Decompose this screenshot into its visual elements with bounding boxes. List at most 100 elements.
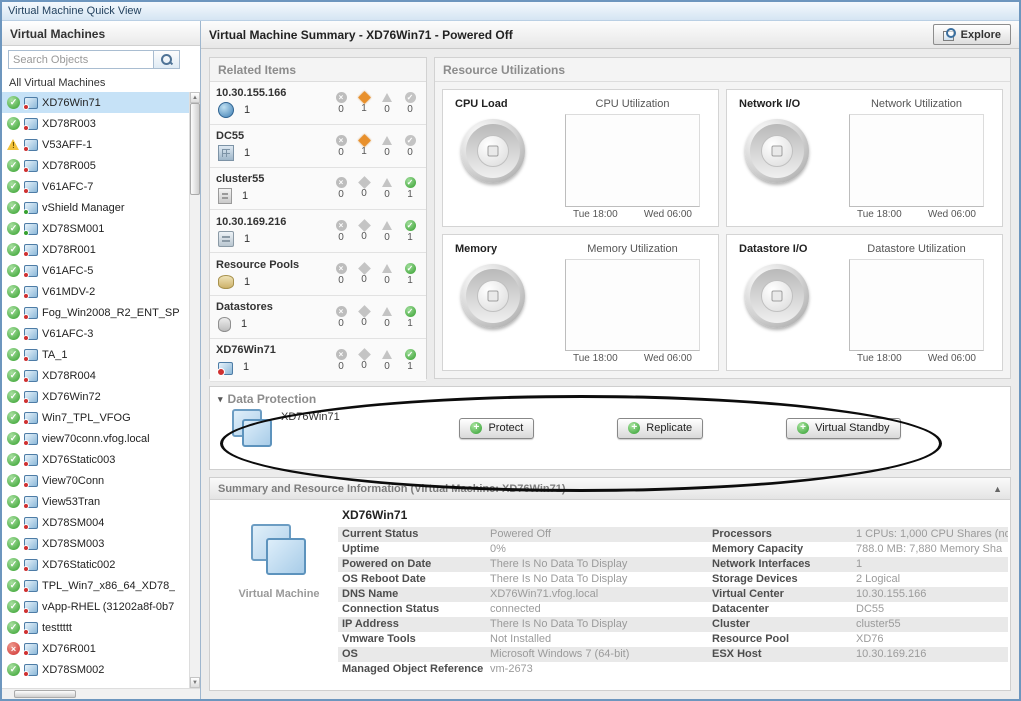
vm-icon <box>24 517 38 529</box>
vm-name: V61AFC-7 <box>42 181 93 193</box>
vm-name: Fog_Win2008_R2_ENT_SP <box>42 307 180 319</box>
gauge-dial[interactable] <box>745 119 809 183</box>
related-item-row[interactable]: XD76Win71 1 ×0 0 0 ✓1 <box>210 339 426 382</box>
vm-list-item[interactable]: XD76Win72 <box>2 386 189 407</box>
vm-list-item[interactable]: TA_1 <box>2 344 189 365</box>
gauge-dial[interactable] <box>461 264 525 328</box>
vm-icon <box>24 244 38 256</box>
related-item-count: 1 <box>241 318 247 330</box>
vm-list-item[interactable]: V53AFF-1 <box>2 134 189 155</box>
scroll-down-arrow-icon[interactable]: ▼ <box>190 677 200 688</box>
related-item-name: Datastores <box>216 301 331 313</box>
field-value: connected <box>490 602 708 617</box>
data-protection-panel: ▾ Data Protection XD76Win71 + Protect + … <box>209 386 1011 470</box>
vm-list-item[interactable]: XD76Static003 <box>2 449 189 470</box>
button-label: Replicate <box>646 422 692 434</box>
data-protection-header[interactable]: ▾ Data Protection <box>218 392 1002 406</box>
vm-list-item[interactable]: vShield Manager <box>2 197 189 218</box>
vertical-scrollbar[interactable]: ▲ ▼ <box>189 92 200 688</box>
vm-icon <box>24 454 38 466</box>
vm-list-item[interactable]: XD76Win71 <box>2 92 189 113</box>
related-item-count: 1 <box>244 104 250 116</box>
vm-list-item[interactable]: testtttt <box>2 617 189 638</box>
vm-list-item[interactable]: View53Tran <box>2 491 189 512</box>
vm-list-item[interactable]: XD78SM001 <box>2 218 189 239</box>
ok-status-icon <box>7 516 20 529</box>
vm-list-item[interactable]: V61MDV-2 <box>2 281 189 302</box>
alarm-summary: ×0 0 0 ✓1 <box>331 349 420 372</box>
vm-icon <box>24 538 38 550</box>
vm-list-item[interactable]: View70Conn <box>2 470 189 491</box>
gauge-dial[interactable] <box>745 264 809 328</box>
vm-list-item[interactable]: Win7_TPL_VFOG <box>2 407 189 428</box>
x-axis-tick: Tue 18:00 <box>857 209 902 220</box>
vm-list-item[interactable]: Fog_Win2008_R2_ENT_SP <box>2 302 189 323</box>
vm-list-item[interactable]: V61AFC-7 <box>2 176 189 197</box>
error-status-icon <box>7 642 20 655</box>
scroll-up-arrow-icon[interactable]: ▲ <box>190 92 200 103</box>
power-state-dot <box>23 272 29 278</box>
vm-list-item[interactable]: view70conn.vfog.local <box>2 428 189 449</box>
critical-count: 0 <box>361 188 367 199</box>
vm-list-item[interactable]: XD78R001 <box>2 239 189 260</box>
fatal-count: 0 <box>338 232 344 243</box>
vm-list-item[interactable]: XD78R003 <box>2 113 189 134</box>
horizontal-scrollbar[interactable] <box>2 688 200 699</box>
summary-row: OS Reboot Date There Is No Data To Displ… <box>338 572 1008 587</box>
vm-list-item[interactable]: XD78R005 <box>2 155 189 176</box>
gauge-dial[interactable] <box>461 119 525 183</box>
vm-list-item[interactable]: V61AFC-5 <box>2 260 189 281</box>
critical-alarm-icon <box>358 134 371 147</box>
fatal-count: 0 <box>338 275 344 286</box>
related-item-row[interactable]: Datastores 1 ×0 0 0 ✓1 <box>210 296 426 339</box>
virtual-standby-button[interactable]: + Virtual Standby <box>786 418 900 439</box>
vm-icon-column: Virtual Machine <box>220 506 338 690</box>
vm-list-item[interactable]: XD78SM003 <box>2 533 189 554</box>
vm-list-item[interactable]: XD78R004 <box>2 365 189 386</box>
horizontal-scrollbar-thumb[interactable] <box>14 690 76 698</box>
alarm-summary: ×0 0 0 ✓1 <box>331 177 420 200</box>
scrollbar-track[interactable] <box>190 103 200 677</box>
normal-alarm-icon: ✓ <box>405 220 416 231</box>
summary-panel-header[interactable]: Summary and Resource Information (Virtua… <box>210 478 1010 500</box>
search-button[interactable] <box>154 50 180 69</box>
vm-list-item[interactable]: XD78SM002 <box>2 659 189 680</box>
field-label: Processors <box>708 527 856 542</box>
gauge-label: Datastore I/O <box>739 243 837 255</box>
power-state-dot <box>23 650 29 656</box>
fatal-alarm-icon: × <box>336 135 347 146</box>
protect-button[interactable]: + Protect <box>459 418 534 439</box>
collapse-arrow-icon[interactable]: ▲ <box>993 484 1002 494</box>
field-value: XD76 <box>856 632 1008 647</box>
explore-button[interactable]: Explore <box>933 24 1011 45</box>
vm-list-item[interactable]: XD78SM004 <box>2 512 189 533</box>
related-item-row[interactable]: 10.30.155.166 1 ×0 1 0 ✓0 <box>210 82 426 125</box>
related-item-row[interactable]: DC55 1 ×0 1 0 ✓0 <box>210 125 426 168</box>
vm-list-item[interactable]: XD76R001 <box>2 638 189 659</box>
related-item-row[interactable]: 10.30.169.216 1 ×0 0 0 ✓1 <box>210 210 426 253</box>
vm-list-item[interactable]: vApp-RHEL (31202a8f-0b7 <box>2 596 189 617</box>
power-state-dot <box>23 146 29 152</box>
ok-status-icon <box>7 474 20 487</box>
field-value: 788.0 MB: 7,880 Memory Sha <box>856 542 1008 557</box>
vm-list-item[interactable]: V61AFC-3 <box>2 323 189 344</box>
power-state-dot <box>23 167 29 173</box>
related-item-name: DC55 <box>216 130 331 142</box>
critical-count: 0 <box>361 231 367 242</box>
warning-alarm-icon <box>382 263 393 274</box>
field-label: Vmware Tools <box>338 632 490 647</box>
x-axis-tick: Tue 18:00 <box>857 353 902 364</box>
summary-panel-title: Summary and Resource Information (Virtua… <box>218 483 566 495</box>
related-item-row[interactable]: cluster55 1 ×0 0 0 ✓1 <box>210 168 426 211</box>
utilization-cell: Datastore I/O Datastore Utilization Tue … <box>726 234 1003 372</box>
replicate-button[interactable]: + Replicate <box>617 418 703 439</box>
vm-icon <box>24 97 38 109</box>
related-item-name: 10.30.155.166 <box>216 87 331 99</box>
search-input[interactable] <box>8 50 154 69</box>
related-item-row[interactable]: Resource Pools 1 ×0 0 0 ✓1 <box>210 253 426 296</box>
vm-list-item[interactable]: XD76Static002 <box>2 554 189 575</box>
vm-glyph-icon <box>232 409 272 447</box>
scrollbar-thumb[interactable] <box>190 103 200 195</box>
related-items-panel: Related Items 10.30.155.166 1 ×0 1 0 ✓0 … <box>209 57 427 379</box>
vm-list-item[interactable]: TPL_Win7_x86_64_XD78_ <box>2 575 189 596</box>
